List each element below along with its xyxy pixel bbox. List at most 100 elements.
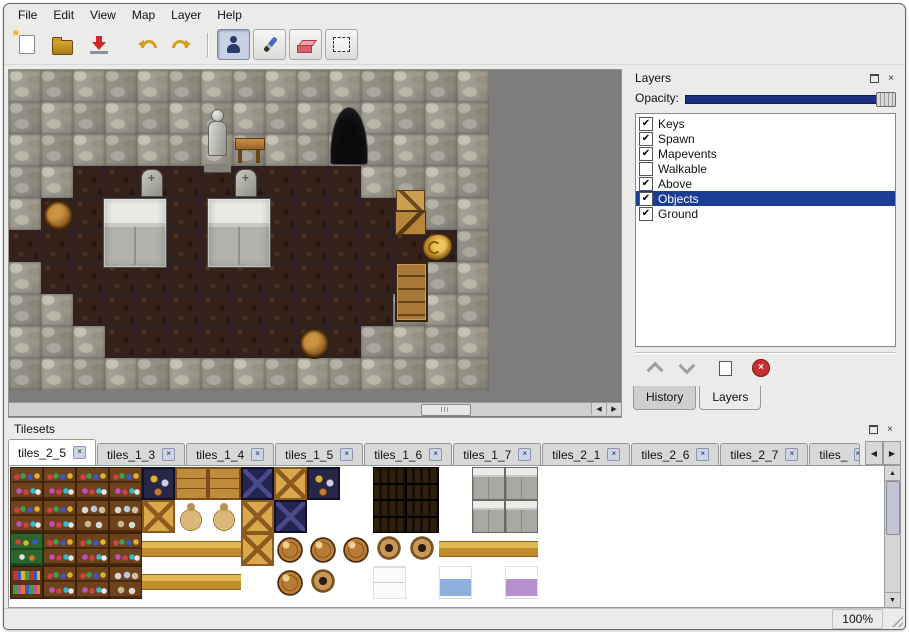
palette-tile-shelf-jars[interactable] (76, 500, 109, 533)
move-layer-down-button[interactable] (679, 359, 699, 377)
palette-tile-bed-purple[interactable] (505, 566, 538, 599)
tileset-tab-tiles_1_7[interactable]: tiles_1_7× (453, 443, 541, 465)
palette-tile-shelf-bottles[interactable] (76, 533, 109, 566)
layer-visibility-checkbox[interactable]: ✔ (639, 177, 653, 191)
layer-row-ground[interactable]: ✔Ground (636, 206, 895, 221)
palette-tile-barrel[interactable] (307, 533, 340, 566)
palette-tile-dark-shelf[interactable] (406, 467, 439, 500)
opacity-slider[interactable] (685, 91, 896, 106)
palette-tile-crate[interactable] (142, 500, 175, 533)
tileset-vscrollbar[interactable]: ▲ ▼ (884, 466, 900, 607)
palette-tile-empty[interactable] (241, 566, 274, 599)
palette-tile-wood-crate[interactable] (175, 467, 208, 500)
palette-tile-barrel[interactable] (274, 533, 307, 566)
palette-tile-bench[interactable] (505, 533, 538, 566)
palette-tile-pot[interactable] (307, 566, 340, 599)
undo-button[interactable] (130, 29, 163, 60)
new-button[interactable] (10, 29, 43, 60)
palette-tile-bench[interactable] (208, 566, 241, 599)
palette-tile-bench[interactable] (175, 566, 208, 599)
dock-splitter[interactable] (622, 69, 629, 418)
palette-tile-sack[interactable] (175, 500, 208, 533)
menu-item-help[interactable]: Help (209, 5, 250, 25)
palette-tile-navy-crate[interactable] (241, 467, 274, 500)
palette-tile-bookshelf[interactable] (10, 566, 43, 599)
tileset-tab-tiles_[interactable]: tiles_× (809, 443, 860, 465)
scroll-up-button[interactable]: ▲ (885, 466, 900, 481)
cabinet-object[interactable] (395, 262, 428, 322)
dock-tab-history[interactable]: History (633, 386, 696, 410)
statue-object[interactable] (204, 108, 231, 172)
palette-tile-sack[interactable] (208, 500, 241, 533)
palette-tile-bench[interactable] (142, 533, 175, 566)
layer-visibility-checkbox[interactable]: ✔ (639, 117, 653, 131)
layer-row-spawn[interactable]: ✔Spawn (636, 131, 895, 146)
stamp-button[interactable] (217, 29, 250, 60)
map-hscrollbar-thumb[interactable] (421, 404, 471, 416)
tileset-tab-tiles_2_6[interactable]: tiles_2_6× (631, 443, 719, 465)
palette-tile-empty[interactable] (307, 500, 340, 533)
palette-tile-bench[interactable] (175, 533, 208, 566)
barrel-object[interactable] (299, 328, 330, 359)
crypt-object[interactable] (207, 198, 271, 268)
barrel-object[interactable] (43, 200, 74, 231)
close-tab-icon[interactable]: × (854, 448, 860, 461)
palette-tile-empty[interactable] (472, 566, 505, 599)
palette-tile-dark-shelf[interactable] (373, 500, 406, 533)
tileset-tab-tiles_2_7[interactable]: tiles_2_7× (720, 443, 808, 465)
menu-item-file[interactable]: File (10, 5, 45, 25)
tabs-scroll-right-button[interactable]: ▶ (883, 441, 901, 465)
save-button[interactable] (82, 29, 115, 60)
palette-tile-shelf-bottles[interactable] (76, 566, 109, 599)
layer-row-walkable[interactable]: Walkable (636, 161, 895, 176)
delete-layer-button[interactable]: × (751, 359, 771, 377)
tileset-vscrollbar-thumb[interactable] (886, 481, 900, 535)
brush-button[interactable] (253, 29, 286, 60)
palette-tile-pot[interactable] (406, 533, 439, 566)
close-panel-icon[interactable]: × (884, 72, 898, 85)
palette-tile-green-shelf[interactable] (10, 533, 43, 566)
layer-visibility-checkbox[interactable]: ✔ (639, 147, 653, 161)
palette-tile-stone-block[interactable] (472, 467, 505, 500)
close-tab-icon[interactable]: × (785, 448, 798, 461)
tileset-tab-tiles_1_4[interactable]: tiles_1_4× (186, 443, 274, 465)
palette-tile-dark-crate[interactable] (307, 467, 340, 500)
float-panel-icon[interactable] (867, 72, 881, 85)
tombstone-object[interactable] (235, 169, 257, 197)
palette-tile-dark-shelf[interactable] (406, 500, 439, 533)
palette-tile-bench[interactable] (142, 566, 175, 599)
palette-tile-shelf-bottles[interactable] (109, 467, 142, 500)
crates-object[interactable] (395, 190, 427, 236)
scroll-down-button[interactable]: ▼ (885, 592, 900, 607)
palette-tile-shelf-bottles[interactable] (43, 500, 76, 533)
palette-tile-wood-crate[interactable] (208, 467, 241, 500)
palette-tile-dark-crate[interactable] (142, 467, 175, 500)
tileset-tab-tiles_1_3[interactable]: tiles_1_3× (97, 443, 185, 465)
layer-visibility-checkbox[interactable]: ✔ (639, 207, 653, 221)
palette-tile-bench[interactable] (208, 533, 241, 566)
palette-tile-barrel[interactable] (274, 566, 307, 599)
open-button[interactable] (46, 29, 79, 60)
palette-tile-shelf-bottles[interactable] (43, 533, 76, 566)
palette-tile-empty[interactable] (340, 467, 373, 500)
tombstone-object[interactable] (141, 169, 163, 197)
close-tab-icon[interactable]: × (73, 446, 86, 459)
palette-tile-empty[interactable] (439, 467, 472, 500)
palette-tile-shelf-bottles[interactable] (10, 500, 43, 533)
select-button[interactable] (325, 29, 358, 60)
close-tab-icon[interactable]: × (429, 448, 442, 461)
menu-item-layer[interactable]: Layer (163, 5, 209, 25)
palette-tile-pot[interactable] (373, 533, 406, 566)
close-panel-icon[interactable]: × (883, 423, 897, 436)
layer-row-above[interactable]: ✔Above (636, 176, 895, 191)
crypt-object[interactable] (103, 198, 167, 268)
menu-item-edit[interactable]: Edit (45, 5, 82, 25)
palette-tile-empty[interactable] (406, 566, 439, 599)
scroll-left-button[interactable]: ◀ (591, 403, 606, 415)
close-tab-icon[interactable]: × (696, 448, 709, 461)
palette-tile-bench[interactable] (472, 533, 505, 566)
palette-tile-empty[interactable] (340, 566, 373, 599)
palette-tile-shelf-bottles[interactable] (76, 467, 109, 500)
redo-button[interactable] (166, 29, 199, 60)
palette-tile-crate[interactable] (241, 533, 274, 566)
